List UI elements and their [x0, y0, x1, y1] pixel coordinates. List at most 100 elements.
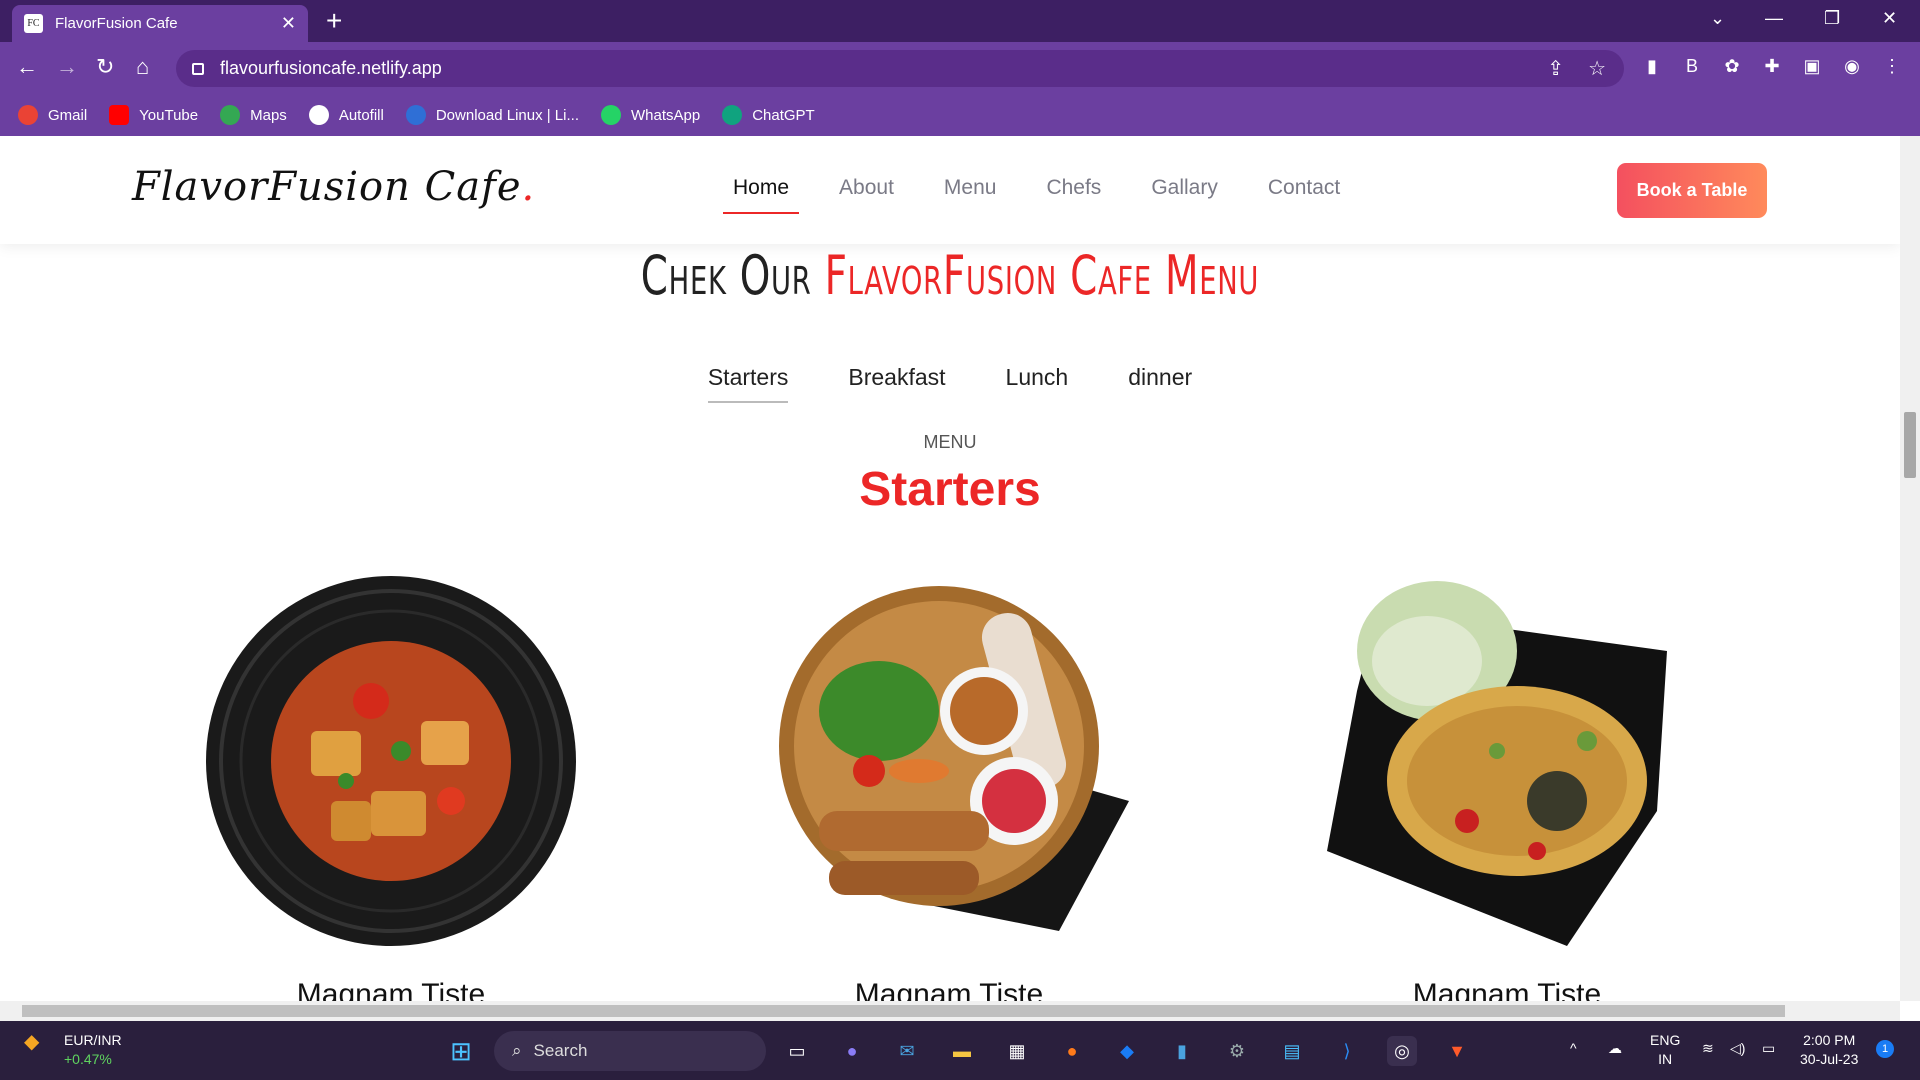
nav-contact[interactable]: Contact — [1268, 176, 1340, 214]
dish-card[interactable]: Magnam Tiste — [191, 571, 591, 1001]
nav-chefs[interactable]: Chefs — [1046, 176, 1101, 214]
dish-image — [1327, 581, 1667, 946]
minimize-icon[interactable]: — — [1765, 8, 1783, 29]
share-icon[interactable]: ⇪ — [1547, 56, 1564, 81]
horizontal-scrollbar[interactable] — [0, 1001, 1900, 1021]
notepad-icon[interactable]: ▤ — [1277, 1036, 1307, 1066]
browser-tab[interactable]: FC FlavorFusion Cafe ✕ — [12, 5, 308, 42]
dish-card[interactable]: Magnam Tiste — [1307, 571, 1707, 1001]
dish-image — [206, 576, 576, 946]
tab-breakfast[interactable]: Breakfast — [848, 364, 945, 403]
bookmark-star-icon[interactable]: ☆ — [1588, 56, 1606, 81]
close-window-icon[interactable]: ✕ — [1882, 8, 1897, 29]
extension-b-icon[interactable]: B — [1680, 56, 1704, 80]
code-app-icon[interactable]: ▮ — [1167, 1036, 1197, 1066]
whatsapp-icon — [601, 105, 621, 125]
chatgpt-icon — [722, 105, 743, 125]
weather-widget-icon[interactable]: ◆ — [24, 1032, 39, 1052]
task-view-icon[interactable]: ▭ — [782, 1036, 812, 1066]
bookmarks-bar: Gmail YouTube Maps Autofill Download Lin… — [0, 94, 1920, 136]
back-icon[interactable]: ← — [16, 54, 38, 80]
mail-icon[interactable]: ✉ — [892, 1036, 922, 1066]
tab-starters[interactable]: Starters — [707, 364, 789, 403]
settings-icon[interactable]: ⚙ — [1222, 1036, 1252, 1066]
chevron-up-icon[interactable]: ^ — [1570, 1039, 1577, 1058]
gear-icon — [308, 105, 329, 125]
nav-gallary[interactable]: Gallary — [1151, 176, 1218, 214]
favicon-icon: FC — [24, 14, 43, 33]
notification-badge[interactable]: 1 — [1876, 1040, 1894, 1058]
lock-icon — [192, 62, 204, 75]
taskbar: ◆ EUR/INR +0.47% ⊞ ⌕ Search ▭ ● ✉ ▬ ▦ ● … — [0, 1021, 1920, 1080]
site-header: FlavorFusion Cafe. Home About Menu Chefs… — [0, 136, 1900, 244]
url-text: flavourfusioncafe.netlify.app — [220, 58, 442, 78]
main-nav: Home About Menu Chefs Gallary Contact — [722, 176, 1340, 214]
page-viewport: FlavorFusion Cafe. Home About Menu Chefs… — [0, 136, 1900, 1001]
restore-icon[interactable]: ❐ — [1824, 8, 1840, 29]
color-extension-icon[interactable]: ✿ — [1720, 56, 1744, 80]
book-table-button[interactable]: Book a Table — [1617, 163, 1767, 218]
language-indicator[interactable]: ENG IN — [1650, 1031, 1680, 1069]
file-explorer-icon[interactable]: ▬ — [947, 1036, 977, 1066]
browser-frame: FC FlavorFusion Cafe ✕ + ⌄ — ❐ ✕ ← → ↻ ⌂… — [0, 0, 1920, 136]
maps-icon — [220, 105, 241, 125]
home-icon[interactable]: ⌂ — [136, 54, 149, 80]
volume-icon[interactable]: ◁) — [1730, 1039, 1745, 1058]
menu-tabs: Starters Breakfast Lunch dinner — [0, 364, 1900, 403]
nav-about[interactable]: About — [839, 176, 894, 214]
youtube-icon — [109, 105, 130, 125]
dish-card[interactable]: Magnam Tiste — [749, 571, 1149, 1001]
tab-strip: FC FlavorFusion Cafe ✕ + ⌄ — ❐ ✕ — [0, 0, 1920, 42]
extension-icon[interactable]: ▮ — [1640, 56, 1664, 80]
bookmark-download-linux[interactable]: Download Linux | Li... — [405, 105, 579, 125]
tab-search-icon[interactable]: ⌄ — [1710, 8, 1725, 29]
close-tab-icon[interactable]: ✕ — [281, 13, 296, 34]
profile-avatar[interactable]: ◉ — [1840, 56, 1864, 80]
start-icon[interactable]: ⊞ — [446, 1036, 476, 1066]
meet-icon[interactable]: ● — [837, 1036, 867, 1066]
tab-title: FlavorFusion Cafe — [55, 15, 178, 32]
bookmark-maps[interactable]: Maps — [220, 105, 287, 125]
puzzle-icon[interactable]: ✚ — [1760, 56, 1784, 80]
vertical-scroll-thumb[interactable] — [1904, 412, 1916, 478]
dish-image — [779, 586, 1129, 931]
bookmark-autofill[interactable]: Autofill — [308, 105, 384, 125]
chrome-icon[interactable]: ◎ — [1387, 1036, 1417, 1066]
nav-menu[interactable]: Menu — [944, 176, 997, 214]
section-title: Starters — [859, 463, 1041, 516]
wifi-icon[interactable]: ≋ — [1702, 1039, 1714, 1058]
clock[interactable]: 2:00 PM 30-Jul-23 — [1800, 1031, 1858, 1069]
section-label: MENU — [923, 432, 977, 452]
dish-name: Magnam Tiste — [1412, 978, 1602, 1001]
bookmark-youtube[interactable]: YouTube — [109, 105, 198, 125]
taskbar-search[interactable]: ⌕ Search — [494, 1031, 766, 1071]
sidebar-icon[interactable]: ▣ — [1800, 56, 1824, 80]
search-icon: ⌕ — [512, 1041, 522, 1060]
tab-lunch[interactable]: Lunch — [1006, 364, 1069, 403]
reload-icon[interactable]: ↻ — [96, 54, 114, 80]
dish-name: Magnam Tiste — [854, 978, 1044, 1001]
address-bar[interactable]: flavourfusioncafe.netlify.app ⇪ ☆ — [176, 50, 1624, 87]
vscode-icon[interactable]: ⟩ — [1332, 1036, 1362, 1066]
ticker-widget[interactable]: EUR/INR +0.47% — [64, 1031, 122, 1069]
tab-dinner[interactable]: dinner — [1128, 364, 1192, 403]
firefox-icon[interactable]: ● — [1057, 1036, 1087, 1066]
nav-home[interactable]: Home — [722, 176, 800, 214]
battery-icon[interactable]: ▭ — [1762, 1039, 1775, 1058]
menu-dots-icon[interactable]: ⋮ — [1880, 56, 1904, 80]
bookmark-chatgpt[interactable]: ChatGPT — [722, 105, 815, 125]
site-logo[interactable]: FlavorFusion Cafe. — [132, 164, 535, 210]
onedrive-icon[interactable]: ☁ — [1608, 1039, 1622, 1058]
globe-icon — [405, 105, 426, 125]
horizontal-scroll-thumb[interactable] — [22, 1005, 1785, 1017]
bookmark-whatsapp[interactable]: WhatsApp — [601, 105, 700, 125]
new-tab-icon[interactable]: + — [326, 7, 342, 35]
store-icon[interactable]: ▦ — [1002, 1036, 1032, 1066]
dish-name: Magnam Tiste — [296, 978, 486, 1001]
browser-toolbar: ← → ↻ ⌂ flavourfusioncafe.netlify.app ⇪ … — [0, 42, 1920, 94]
brave-icon[interactable]: ▼ — [1442, 1036, 1472, 1066]
bookmark-gmail[interactable]: Gmail — [18, 105, 87, 125]
forward-icon[interactable]: → — [56, 54, 78, 80]
vertical-scrollbar[interactable] — [1900, 136, 1920, 1001]
dropbox-icon[interactable]: ◆ — [1112, 1036, 1142, 1066]
